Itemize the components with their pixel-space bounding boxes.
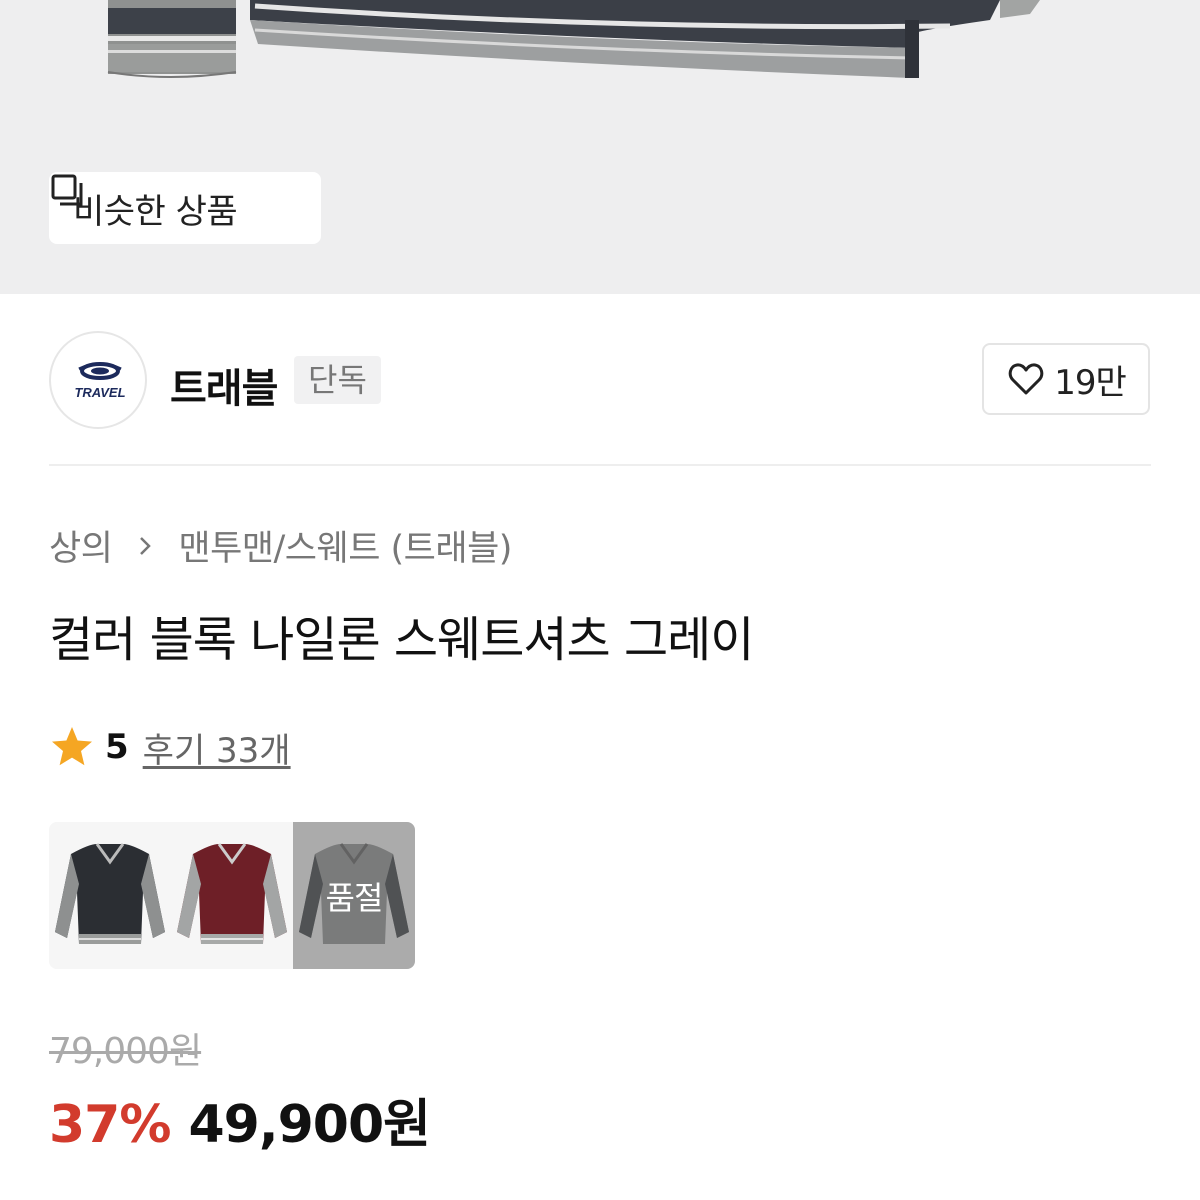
sold-out-label: 품절 <box>325 878 384 917</box>
exclusive-badge: 단독 <box>294 356 381 404</box>
heart-icon <box>1008 363 1044 395</box>
reviews-link[interactable]: 후기 33개 <box>143 723 291 772</box>
brand-like-button[interactable]: 19만 <box>982 343 1150 415</box>
sold-out-overlay: 품절 <box>293 822 415 969</box>
star-icon <box>52 727 92 766</box>
section-divider <box>49 464 1151 466</box>
similar-items-icon <box>51 174 83 206</box>
sweatshirt-black-image <box>49 822 171 969</box>
original-price: 79,000원 <box>49 1031 202 1072</box>
breadcrumb-category[interactable]: 상의 <box>49 520 113 571</box>
breadcrumb: 상의 맨투맨/스웨트 (트래블) <box>49 520 512 571</box>
sale-price: 49,900원 <box>188 1095 431 1155</box>
product-hero-image[interactable]: 비슷한 상품 <box>0 0 1200 294</box>
sweatshirt-image <box>107 0 1040 78</box>
sweatshirt-burgundy-image <box>171 822 293 969</box>
similar-products-button[interactable]: 비슷한 상품 <box>49 172 321 244</box>
similar-products-label: 비슷한 상품 <box>73 191 238 232</box>
variant-thumbnail-grey[interactable]: 품절 <box>293 822 415 969</box>
brand-logo[interactable]: TRAVEL <box>49 331 147 429</box>
variant-thumbnail-black[interactable] <box>49 822 171 969</box>
sale-price-row: 37% 49,900원 <box>49 1082 431 1157</box>
like-count: 19만 <box>1054 362 1127 403</box>
rating-score: 5 <box>105 727 129 767</box>
breadcrumb-subcategory[interactable]: 맨투맨/스웨트 (트래블) <box>178 520 512 571</box>
discount-rate: 37% <box>49 1095 171 1155</box>
product-title: 컬러 블록 나일론 스웨트셔츠 그레이 <box>49 612 754 668</box>
brand-name[interactable]: 트래블 <box>170 356 278 414</box>
chevron-right-icon <box>140 536 152 555</box>
variant-thumbnail-burgundy[interactable] <box>171 822 293 969</box>
travel-logo-icon: TRAVEL <box>74 362 126 400</box>
logo-wordmark: TRAVEL <box>74 385 125 400</box>
rating-row: 5 후기 33개 <box>49 722 291 772</box>
